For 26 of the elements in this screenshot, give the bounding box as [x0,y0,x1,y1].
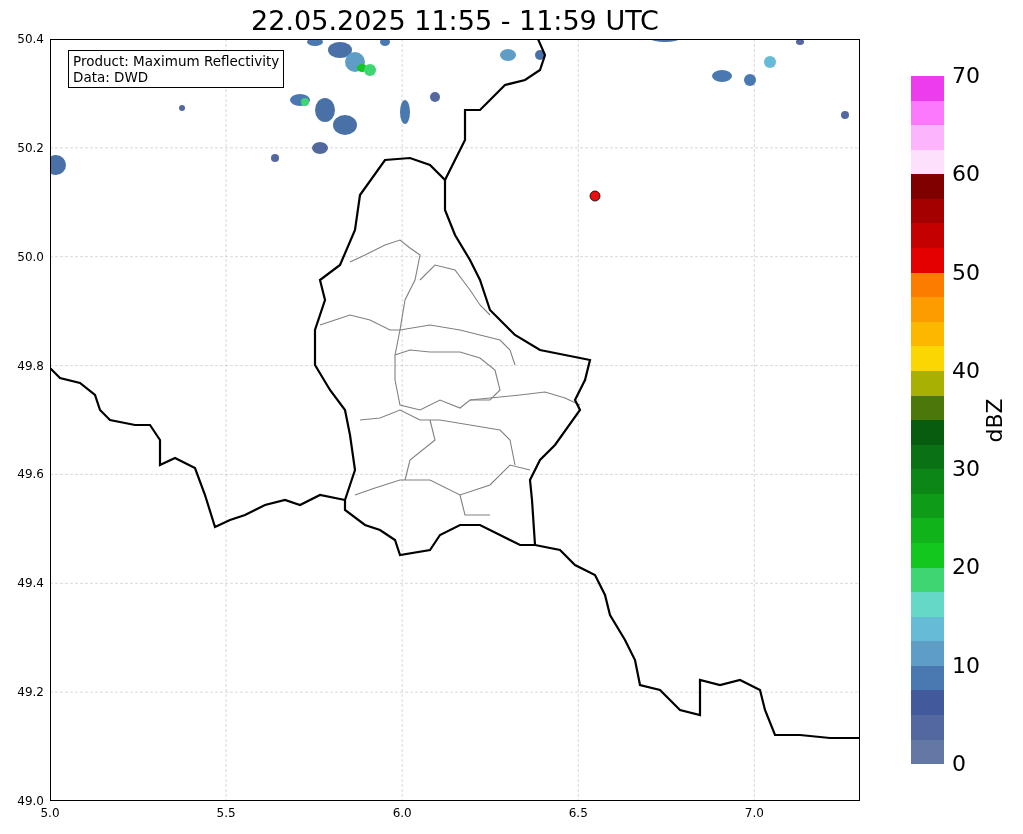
colorbar-tick-label: 10 [952,653,980,678]
y-tick-label: 50.2 [17,140,44,155]
colorbar-tick-label: 40 [952,358,980,383]
y-tick-label: 49.2 [17,685,44,700]
x-tick-label: 6.0 [392,806,412,820]
x-tick-label: 7.0 [744,806,764,820]
x-tick-label: 6.5 [568,806,588,820]
y-tick-label: 49.0 [17,794,44,808]
info-text: Data: DWD [73,69,150,85]
colorbar-label: dBZ [981,397,1007,443]
y-tick-label: 49.8 [17,358,44,373]
chart-title: 22.05.2025 11:55 - 11:59 UTC [251,5,659,37]
colorbar-tick-label: 0 [952,752,966,776]
info-text: Product: Maximum Reflectivity [73,53,280,69]
colorbar-tick-label: 60 [952,162,980,187]
colorbar-tick-label: 70 [952,64,980,88]
colorbar-tick-label: 30 [952,457,980,482]
y-tick-label: 50.0 [17,249,44,264]
colorbar-tick-label: 50 [952,260,980,285]
location-marker-icon [589,190,601,202]
x-tick-label: 5.0 [40,806,60,820]
y-tick-label: 50.4 [17,32,44,46]
y-tick-label: 49.6 [17,467,44,482]
x-tick-label: 5.5 [216,806,236,820]
y-tick-label: 49.4 [17,576,44,591]
colorbar-tick-label: 20 [952,555,980,580]
